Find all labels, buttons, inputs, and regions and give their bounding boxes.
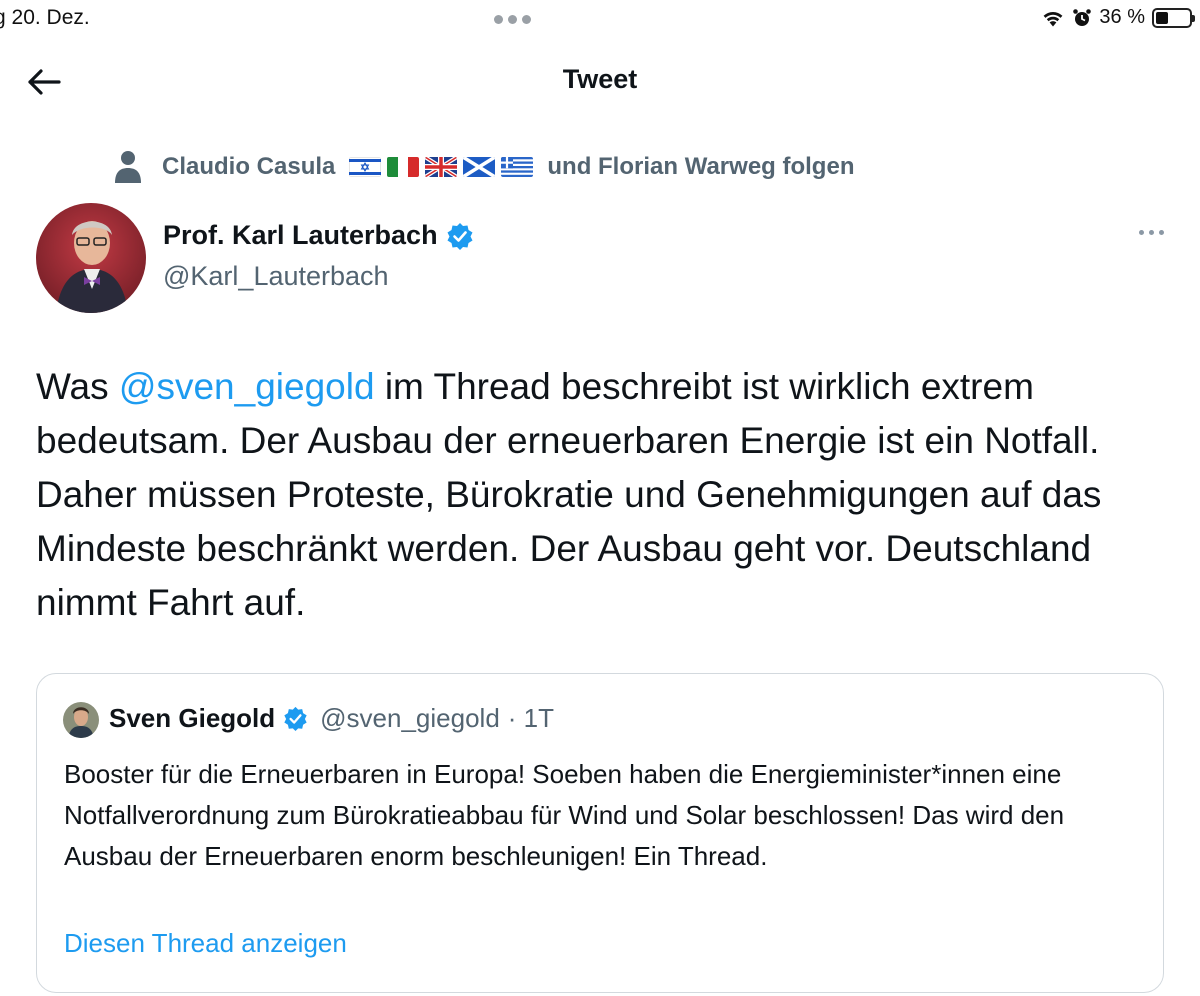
battery-percent: 36 % <box>1099 6 1145 28</box>
verified-badge-icon <box>284 706 307 731</box>
quoted-tweet-time: · 1T <box>507 703 555 733</box>
tweet-text-start: Was <box>36 366 119 407</box>
author-avatar[interactable] <box>36 203 146 313</box>
quoted-tweet-text: Booster für die Erneuerbaren in Europa! … <box>64 759 1065 871</box>
author-avatar-image <box>36 203 146 313</box>
author-handle[interactable]: @Karl_Lauterbach <box>163 261 389 292</box>
flag-emojis <box>349 157 534 177</box>
multitasking-dots-icon[interactable] <box>494 15 531 24</box>
person-icon <box>115 151 141 183</box>
battery-icon <box>1152 7 1195 28</box>
scotland-flag-icon <box>463 157 496 177</box>
quoted-tweet-header: Sven Giegold @sven_giegold · 1T <box>109 703 554 734</box>
alarm-icon <box>1073 8 1092 26</box>
verified-badge-icon <box>447 222 473 250</box>
page-title: Tweet <box>562 64 638 94</box>
quoted-author-avatar[interactable] <box>63 702 99 738</box>
author-name[interactable]: Prof. Karl Lauterbach <box>163 220 474 251</box>
italy-flag-icon <box>387 157 420 177</box>
tweet-text: Was @sven_giegold im Thread beschreibt i… <box>36 360 1166 630</box>
greece-flag-icon <box>501 157 534 177</box>
quoted-tweet-card[interactable]: Sven Giegold @sven_giegold · 1T Booster … <box>36 673 1164 993</box>
mention-link[interactable]: @sven_giegold <box>119 366 375 407</box>
status-indicators: 36 % <box>1041 6 1195 29</box>
social-context[interactable]: Claudio Casula und Florian Warweg folgen <box>114 150 854 184</box>
quoted-avatar-image <box>63 702 99 738</box>
show-thread-link[interactable]: Diesen Thread anzeigen <box>64 928 347 959</box>
quoted-author-name[interactable]: Sven Giegold <box>109 703 275 734</box>
social-context-suffix: und Florian Warweg folgen <box>547 153 855 180</box>
wifi-icon <box>1044 11 1063 26</box>
israel-flag-icon <box>349 157 382 177</box>
follower-name: Claudio Casula <box>162 153 336 180</box>
battery-fill <box>1156 11 1168 24</box>
author-name-text: Prof. Karl Lauterbach <box>163 220 438 250</box>
status-date: g 20. Dez. <box>0 6 90 29</box>
quoted-author-handle[interactable]: @sven_giegold <box>320 703 500 734</box>
more-options-button[interactable] <box>1139 230 1164 235</box>
uk-flag-icon <box>425 157 458 177</box>
